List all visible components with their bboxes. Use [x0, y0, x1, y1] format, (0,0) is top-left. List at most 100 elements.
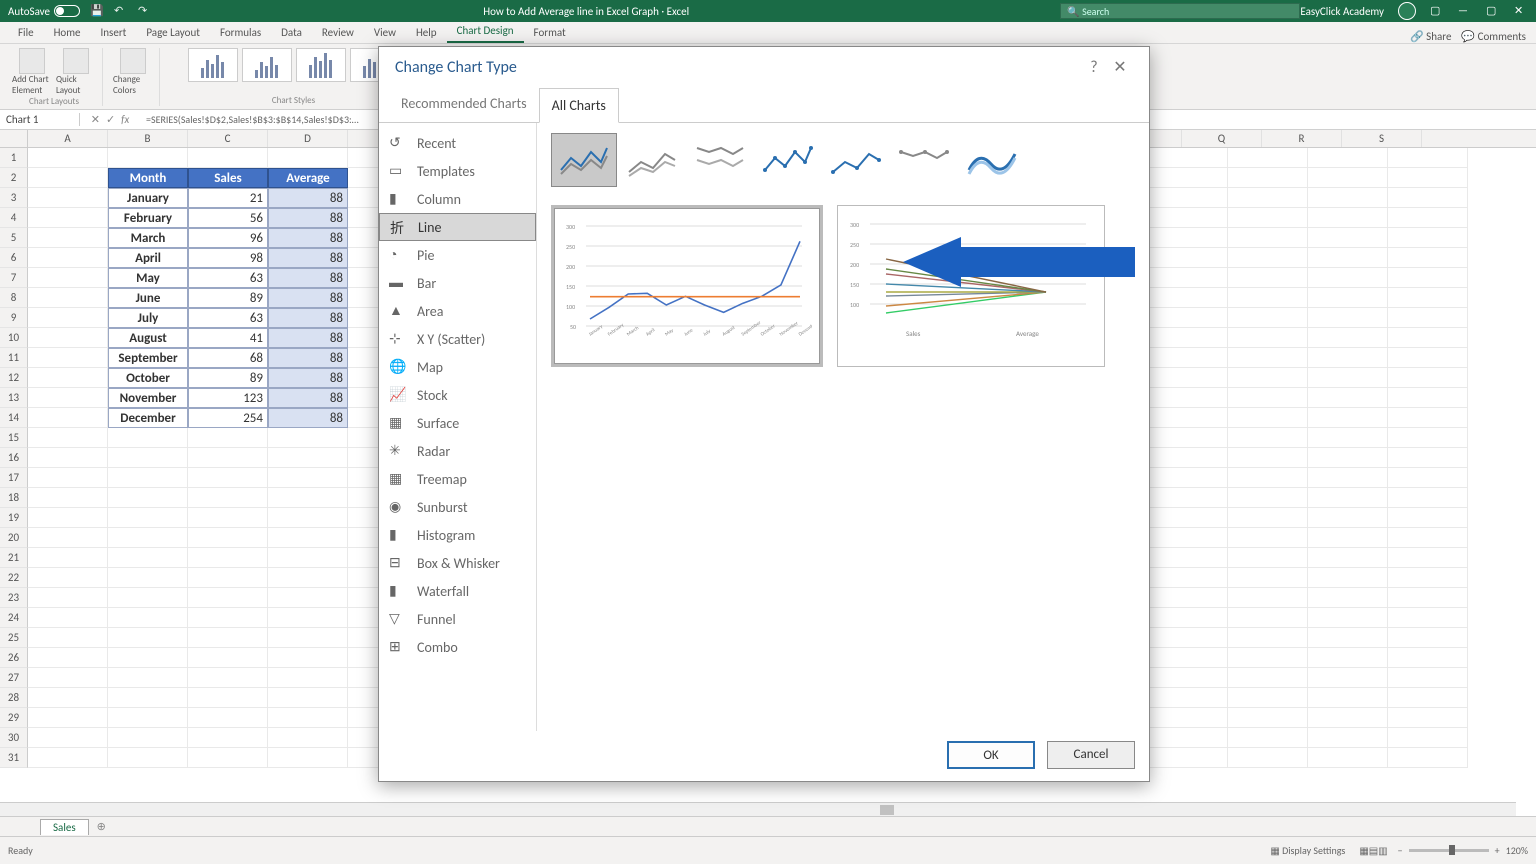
cell[interactable] — [1228, 508, 1308, 528]
cell[interactable] — [1148, 428, 1228, 448]
cell[interactable] — [28, 648, 108, 668]
cell[interactable] — [1388, 688, 1468, 708]
row-header[interactable]: 16 — [0, 448, 28, 468]
cell[interactable] — [108, 748, 188, 768]
subtype-line-markers[interactable] — [755, 133, 821, 187]
minimize-icon[interactable]: — — [1458, 4, 1472, 18]
row-header[interactable]: 27 — [0, 668, 28, 688]
cell[interactable] — [1228, 708, 1308, 728]
cell[interactable]: March — [108, 228, 188, 248]
cell[interactable] — [28, 728, 108, 748]
cell[interactable]: 98 — [188, 248, 268, 268]
row-header[interactable]: 13 — [0, 388, 28, 408]
cell[interactable] — [28, 508, 108, 528]
cell[interactable] — [1308, 688, 1388, 708]
cell[interactable] — [1388, 728, 1468, 748]
cell[interactable] — [188, 488, 268, 508]
cell[interactable] — [1388, 628, 1468, 648]
row-header[interactable]: 12 — [0, 368, 28, 388]
subtype-stacked-line-markers[interactable] — [823, 133, 889, 187]
comments-button[interactable]: 💬 Comments — [1461, 30, 1526, 43]
undo-icon[interactable]: ↶ — [114, 4, 128, 18]
tab-recommended-charts[interactable]: Recommended Charts — [389, 87, 539, 122]
row-header[interactable]: 11 — [0, 348, 28, 368]
cell[interactable] — [28, 448, 108, 468]
cell[interactable] — [1148, 248, 1228, 268]
cell[interactable] — [1388, 428, 1468, 448]
row-header[interactable]: 9 — [0, 308, 28, 328]
cell[interactable]: September — [108, 348, 188, 368]
cell[interactable] — [1308, 528, 1388, 548]
tab-formulas[interactable]: Formulas — [210, 22, 271, 43]
cell[interactable] — [1148, 308, 1228, 328]
cell[interactable] — [1148, 548, 1228, 568]
cell[interactable] — [1148, 288, 1228, 308]
cell[interactable] — [1388, 248, 1468, 268]
col-header[interactable]: D — [268, 130, 348, 147]
dialog-close-button[interactable]: ✕ — [1107, 57, 1133, 77]
cell[interactable] — [108, 688, 188, 708]
category-combo[interactable]: ⊞Combo — [379, 633, 536, 661]
cell[interactable] — [1388, 588, 1468, 608]
cell[interactable] — [1148, 688, 1228, 708]
cell[interactable] — [1228, 428, 1308, 448]
cell[interactable] — [1388, 268, 1468, 288]
cell[interactable] — [1308, 348, 1388, 368]
cell[interactable] — [1228, 688, 1308, 708]
cell[interactable] — [1228, 188, 1308, 208]
cell[interactable] — [1228, 628, 1308, 648]
chart-style-2[interactable] — [242, 48, 292, 82]
cell[interactable]: 96 — [188, 228, 268, 248]
cell[interactable] — [1388, 328, 1468, 348]
cell[interactable] — [108, 608, 188, 628]
cell[interactable]: 88 — [268, 388, 348, 408]
cell[interactable] — [1308, 268, 1388, 288]
cell[interactable] — [1308, 548, 1388, 568]
cell[interactable] — [1388, 748, 1468, 768]
dialog-help-button[interactable]: ? — [1081, 58, 1107, 77]
row-header[interactable]: 22 — [0, 568, 28, 588]
ok-button[interactable]: OK — [947, 741, 1035, 769]
row-header[interactable]: 7 — [0, 268, 28, 288]
cell[interactable] — [1148, 448, 1228, 468]
category-histogram[interactable]: ▮Histogram — [379, 521, 536, 549]
cell[interactable] — [1388, 708, 1468, 728]
cell[interactable] — [1308, 148, 1388, 168]
cell[interactable]: Average — [268, 168, 348, 188]
cell[interactable] — [268, 688, 348, 708]
cell[interactable] — [1228, 608, 1308, 628]
cell[interactable]: 88 — [268, 208, 348, 228]
cell[interactable] — [1228, 288, 1308, 308]
cell[interactable] — [188, 448, 268, 468]
cell[interactable] — [1308, 628, 1388, 648]
row-header[interactable]: 19 — [0, 508, 28, 528]
cell[interactable] — [1388, 408, 1468, 428]
cell[interactable] — [1148, 268, 1228, 288]
cell[interactable] — [1388, 648, 1468, 668]
cell[interactable]: 88 — [268, 288, 348, 308]
cell[interactable]: 88 — [268, 328, 348, 348]
cell[interactable] — [108, 448, 188, 468]
tab-home[interactable]: Home — [44, 22, 91, 43]
cell[interactable] — [1308, 168, 1388, 188]
cell[interactable]: 89 — [188, 288, 268, 308]
cell[interactable]: November — [108, 388, 188, 408]
chart-style-3[interactable] — [296, 48, 346, 82]
zoom-out-icon[interactable]: − — [1398, 844, 1403, 857]
cell[interactable] — [108, 588, 188, 608]
cell[interactable] — [108, 568, 188, 588]
col-header[interactable]: B — [108, 130, 188, 147]
enter-fx-icon[interactable]: ✓ — [106, 113, 115, 126]
autosave-toggle[interactable]: AutoSave — [8, 5, 80, 18]
cell[interactable] — [28, 708, 108, 728]
add-chart-element-button[interactable]: Add Chart Element — [12, 48, 52, 96]
cell[interactable] — [268, 708, 348, 728]
cell[interactable] — [188, 688, 268, 708]
cell[interactable] — [1308, 228, 1388, 248]
col-header[interactable]: R — [1262, 130, 1342, 147]
cell[interactable] — [1308, 328, 1388, 348]
subtype-line[interactable] — [551, 133, 617, 187]
chart-style-1[interactable] — [188, 48, 238, 82]
cell[interactable] — [268, 628, 348, 648]
cell[interactable] — [1308, 248, 1388, 268]
